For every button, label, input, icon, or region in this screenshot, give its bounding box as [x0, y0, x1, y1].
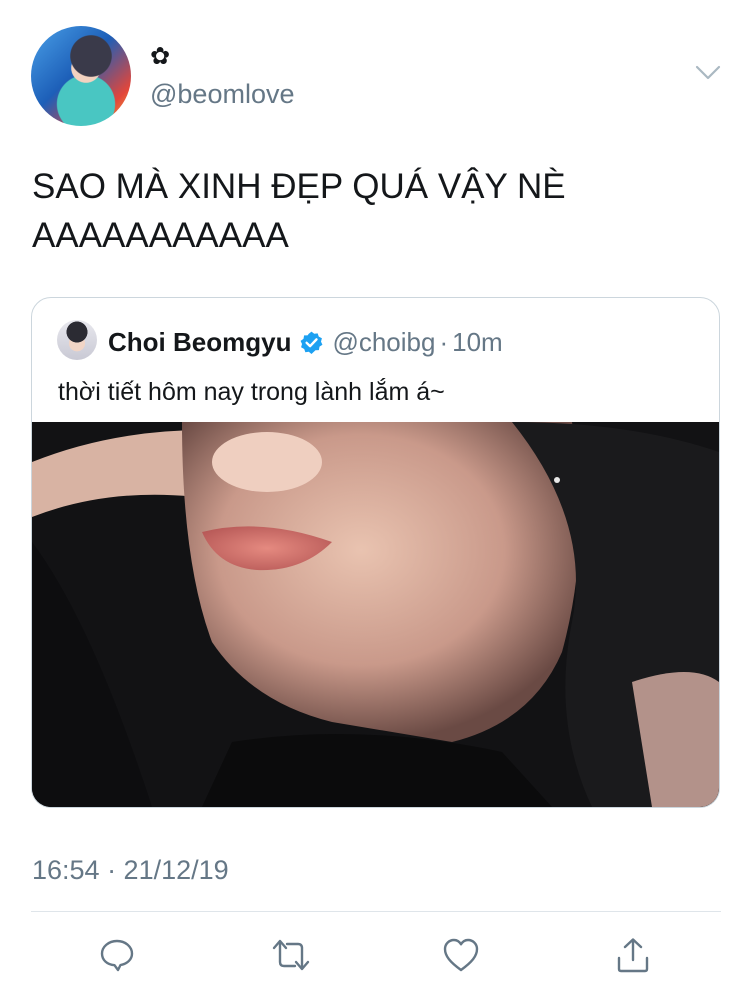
chevron-down-icon[interactable]	[695, 64, 721, 82]
share-button[interactable]	[612, 934, 654, 976]
quoted-time: 10m	[452, 326, 503, 357]
reply-button[interactable]	[96, 934, 138, 976]
photo-illustration	[32, 422, 719, 807]
verified-icon	[301, 331, 323, 354]
quoted-tweet-photo[interactable]	[32, 422, 719, 807]
retweet-button[interactable]	[270, 934, 312, 976]
divider	[31, 911, 721, 912]
author-avatar[interactable]	[31, 26, 131, 126]
author-display-name[interactable]: ✿	[150, 44, 170, 70]
quoted-separator: ·	[439, 326, 449, 357]
tweet-timestamp: 16:54 · 21/12/19	[32, 855, 229, 885]
quoted-tweet-header: Choi Beomgyu @choibg · 10m	[108, 325, 503, 359]
reply-icon	[100, 939, 134, 972]
like-button[interactable]	[440, 934, 482, 976]
retweet-icon	[272, 939, 310, 971]
quoted-tweet-text: thời tiết hôm nay trong lành lắm á~	[58, 378, 445, 406]
author-handle[interactable]: @beomlove	[150, 78, 294, 110]
tweet-text-line-2: AAAAAAAAAAA	[32, 216, 289, 255]
share-icon	[617, 938, 649, 973]
quoted-author-handle[interactable]: @choibg	[332, 327, 435, 358]
tweet-text-line-1: SAO MÀ XINH ĐẸP QUÁ VẬY NÈ	[32, 167, 566, 206]
quoted-author-name[interactable]: Choi Beomgyu	[108, 327, 291, 358]
quoted-author-avatar[interactable]	[57, 320, 97, 360]
like-icon	[443, 938, 479, 972]
tweet-text: SAO MÀ XINH ĐẸP QUÁ VẬY NÈ AAAAAAAAAAA	[32, 162, 722, 260]
quoted-tweet-card[interactable]: Choi Beomgyu @choibg · 10m thời tiết hôm…	[31, 297, 720, 808]
